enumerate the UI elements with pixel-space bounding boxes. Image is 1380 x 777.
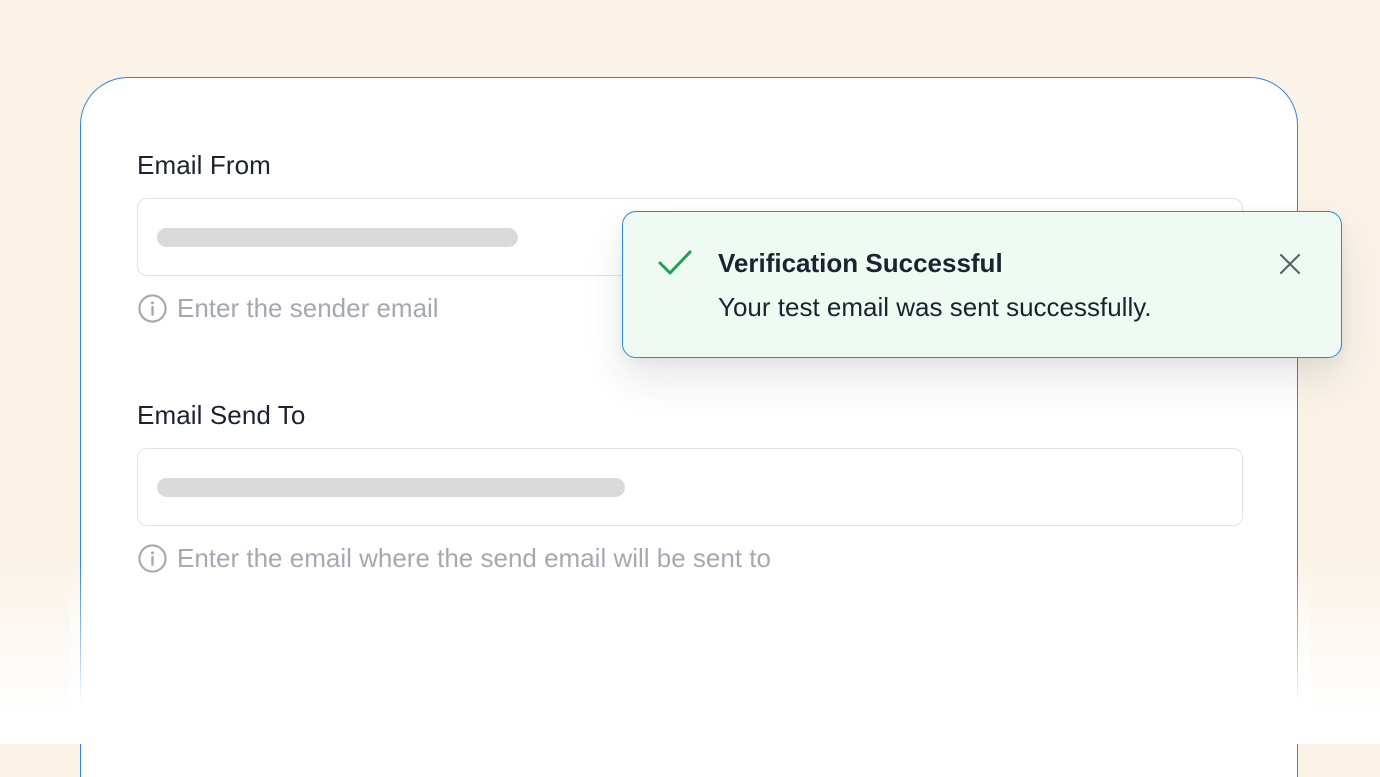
email-from-label: Email From — [137, 150, 271, 180]
email-send-to-helper: Enter the email where the send email wil… — [137, 543, 771, 574]
email-from-helper: Enter the sender email — [137, 293, 439, 324]
close-icon — [1279, 253, 1301, 275]
email-send-to-value-placeholder — [157, 478, 625, 497]
email-from-helper-text: Enter the sender email — [177, 293, 439, 323]
check-icon — [658, 250, 692, 275]
toast-message: Your test email was sent successfully. — [718, 292, 1152, 322]
info-icon — [138, 294, 167, 323]
email-send-to-label: Email Send To — [137, 400, 306, 430]
email-send-to-input[interactable] — [137, 448, 1243, 526]
info-icon — [138, 544, 167, 573]
toast-title: Verification Successful — [718, 248, 1003, 278]
settings-card: Email From Enter the sender email Email … — [80, 77, 1298, 777]
email-send-to-helper-text: Enter the email where the send email wil… — [177, 543, 771, 573]
success-toast: Verification Successful Your test email … — [622, 211, 1342, 358]
toast-close-button[interactable] — [1274, 248, 1306, 280]
email-from-value-placeholder — [157, 228, 518, 247]
